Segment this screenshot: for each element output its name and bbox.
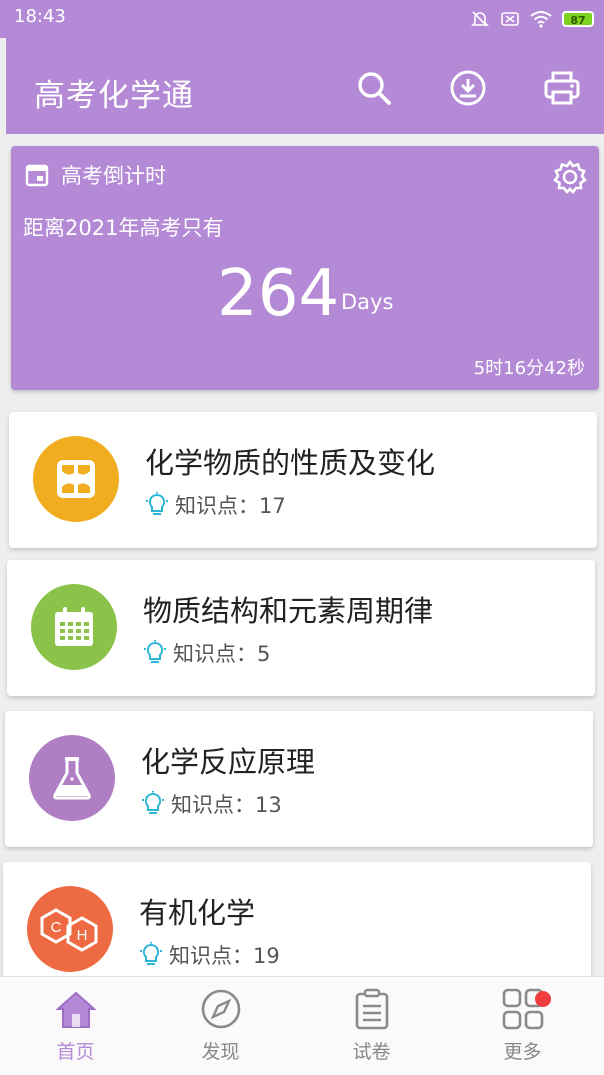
wifi-icon [530, 11, 552, 28]
topic-meta: 知识点：19 [139, 940, 280, 970]
countdown-subtitle: 距离2021年高考只有 [23, 216, 224, 240]
app-bar: 高考化学通 [6, 38, 604, 134]
topic-meta: 知识点：5 [143, 638, 270, 668]
print-button[interactable] [542, 68, 582, 108]
countdown-settings-button[interactable] [551, 158, 589, 196]
hexagon-ch-icon: C H [40, 908, 98, 952]
download-button[interactable] [448, 68, 488, 108]
print-icon [544, 71, 580, 105]
tab-home[interactable]: 首页 [0, 977, 151, 1075]
status-icons: 87 [470, 9, 594, 29]
tab-discover[interactable]: 发现 [145, 977, 296, 1075]
topic-meta: 知识点：17 [145, 490, 286, 520]
topic-title: 化学物质的性质及变化 [145, 446, 436, 480]
countdown-header: 高考倒计时 [25, 160, 166, 190]
countdown-card: 高考倒计时 距离2021年高考只有 264 Days 5时16分42秒 [11, 146, 599, 390]
grid-icon [57, 460, 95, 498]
gear-icon [553, 159, 587, 194]
calendar-icon [25, 164, 49, 187]
countdown-time-left: 5时16分42秒 [473, 358, 585, 379]
lightbulb-icon [140, 942, 162, 965]
topic-card[interactable]: 化学反应原理 知识点：13 [5, 711, 593, 847]
home-icon [54, 991, 97, 1028]
tab-label: 试卷 [352, 1041, 391, 1063]
topic-icon-circle [31, 584, 117, 670]
countdown-days-unit: Days [341, 290, 394, 314]
mute-icon [471, 11, 489, 27]
topic-title: 有机化学 [139, 896, 256, 930]
search-button[interactable] [354, 68, 394, 108]
lightbulb-icon [144, 640, 166, 663]
countdown-title: 高考倒计时 [61, 164, 166, 188]
tab-more[interactable]: 更多 [447, 977, 598, 1075]
status-time: 18:43 [14, 6, 66, 27]
topic-card[interactable]: 化学物质的性质及变化 知识点：17 [9, 412, 597, 548]
hexagon-letter-h: H [77, 927, 88, 944]
calendar-icon [55, 607, 93, 646]
topic-knowledge-count: 知识点：13 [171, 793, 282, 817]
hexagon-letter-c: C [51, 919, 62, 936]
flask-icon [53, 757, 91, 800]
topic-icon-circle [33, 436, 119, 522]
tab-label: 更多 [503, 1041, 542, 1063]
lightbulb-icon [142, 791, 164, 814]
topic-title: 化学反应原理 [141, 745, 316, 779]
topic-icon-circle: C H [27, 886, 113, 972]
topic-title: 物质结构和元素周期律 [143, 594, 434, 628]
app-title: 高考化学通 [34, 78, 194, 114]
topic-knowledge-count: 知识点：5 [173, 642, 271, 666]
tab-papers[interactable]: 试卷 [296, 977, 447, 1075]
lightbulb-icon [146, 492, 168, 515]
tab-label: 首页 [56, 1041, 95, 1063]
tab-label: 发现 [201, 1041, 240, 1063]
compass-icon [201, 989, 240, 1029]
topic-knowledge-count: 知识点：19 [169, 944, 280, 968]
topic-meta: 知识点：13 [141, 789, 282, 819]
search-icon [358, 72, 391, 105]
topic-knowledge-count: 知识点：17 [175, 494, 286, 518]
no-sim-icon [501, 12, 519, 26]
download-icon [450, 70, 486, 106]
topic-card[interactable]: 物质结构和元素周期律 知识点：5 [7, 560, 595, 696]
paper-icon [355, 988, 388, 1030]
bottom-tab-bar: 首页 发现 试卷 更多 [0, 976, 604, 1075]
status-bar: 18:43 87 [0, 0, 604, 38]
topic-icon-circle [29, 735, 115, 821]
notification-badge [535, 991, 551, 1007]
countdown-days: 264 [217, 257, 340, 331]
battery-indicator: 87 [562, 11, 594, 27]
